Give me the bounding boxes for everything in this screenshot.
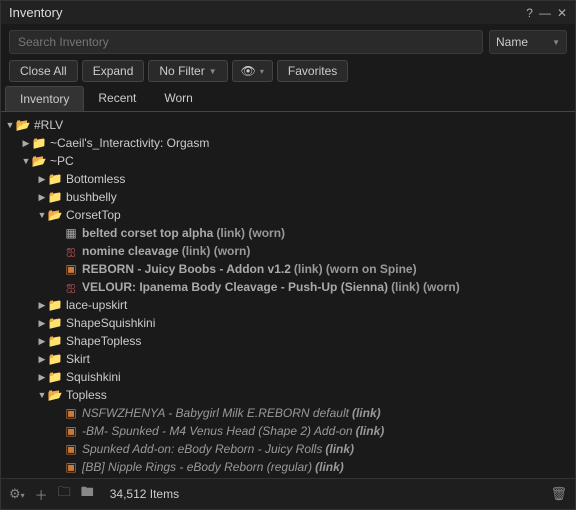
item-object[interactable]: ▣REBORN - Juicy Boobs - Addon v1.2(link)… — [1, 260, 575, 278]
help-icon[interactable]: ? — [526, 6, 533, 20]
trash-icon[interactable]: 🗑 — [550, 486, 567, 502]
folder-icon: 📁 — [47, 334, 63, 348]
tab-recent[interactable]: Recent — [84, 86, 150, 111]
folder-open-icon: 📂 — [15, 118, 31, 132]
add-icon[interactable]: ＋ — [35, 485, 48, 504]
caret-down-icon: ▼ — [37, 210, 47, 220]
favorites-button[interactable]: Favorites — [277, 60, 348, 82]
filter-dropdown[interactable]: No Filter▼ — [148, 60, 227, 82]
folder-icon[interactable]: 🗀 — [58, 483, 71, 505]
inventory-tree[interactable]: ▼📂#RLV ▶📁~Caeil's_Interactivity: Orgasm … — [1, 112, 575, 478]
item-tattoo[interactable]: ஐnomine cleavage(link) (worn) — [1, 242, 575, 260]
folder-skirt[interactable]: ▶📁Skirt — [1, 350, 575, 368]
folder-open-icon: 📂 — [31, 154, 47, 168]
caret-right-icon: ▶ — [37, 372, 47, 383]
folder-bottomless[interactable]: ▶📁Bottomless — [1, 170, 575, 188]
caret-down-icon: ▼ — [5, 120, 15, 130]
folder-shapesquish[interactable]: ▶📁ShapeSquishkini — [1, 314, 575, 332]
item-object[interactable]: ▣[BB] Nipple Rings - eBody Reborn (regul… — [1, 458, 575, 476]
chevron-down-icon: ▾ — [260, 67, 264, 76]
folder-open-icon: 📂 — [47, 208, 63, 222]
folder-icon: 📁 — [47, 352, 63, 366]
folder-squishkini[interactable]: ▶📁Squishkini — [1, 368, 575, 386]
expand-button[interactable]: Expand — [82, 60, 145, 82]
tattoo-icon: ஐ — [63, 244, 79, 258]
visibility-dropdown[interactable]: 👁▾ — [232, 60, 273, 82]
folder-rlv[interactable]: ▼📂#RLV — [1, 116, 575, 134]
item-object[interactable]: ▣Spunked CORE: eBody Reborn - Default ch… — [1, 476, 575, 478]
folder-icon: 📁 — [47, 172, 63, 186]
folder-icon: 📁 — [47, 316, 63, 330]
object-icon: ▣ — [63, 424, 79, 438]
close-icon[interactable]: ✕ — [557, 6, 567, 20]
folder-icon: 📁 — [47, 190, 63, 204]
folder-laceupskirt[interactable]: ▶📁lace-upskirt — [1, 296, 575, 314]
folder-icon: 📁 — [47, 298, 63, 312]
object-icon: ▣ — [63, 406, 79, 420]
item-object[interactable]: ▣-BM- Spunked - M4 Venus Head (Shape 2) … — [1, 422, 575, 440]
folder-caeil[interactable]: ▶📁~Caeil's_Interactivity: Orgasm — [1, 134, 575, 152]
caret-right-icon: ▶ — [21, 138, 31, 149]
caret-right-icon: ▶ — [37, 192, 47, 203]
sort-label: Name — [496, 35, 528, 49]
item-tattoo[interactable]: ஐVELOUR: Ipanema Body Cleavage - Push-Up… — [1, 278, 575, 296]
tab-inventory[interactable]: Inventory — [5, 86, 84, 111]
tab-worn[interactable]: Worn — [150, 86, 206, 111]
titlebar: Inventory ? — ✕ — [1, 1, 575, 24]
folder-topless[interactable]: ▼📂Topless — [1, 386, 575, 404]
caret-right-icon: ▶ — [37, 336, 47, 347]
gear-icon[interactable]: ⚙▾ — [9, 486, 25, 502]
sort-dropdown[interactable]: Name ▼ — [489, 30, 567, 54]
status-bar: ⚙▾ ＋ 🗀 🖿 34,512 Items 🗑 — [1, 478, 575, 509]
caret-down-icon: ▼ — [21, 156, 31, 166]
folder-bushbelly[interactable]: ▶📁bushbelly — [1, 188, 575, 206]
tattoo-icon: ஐ — [63, 280, 79, 294]
object-icon: ▣ — [63, 442, 79, 456]
caret-right-icon: ▶ — [37, 354, 47, 365]
caret-right-icon: ▶ — [37, 300, 47, 311]
window-title: Inventory — [9, 5, 520, 20]
chevron-down-icon: ▼ — [552, 38, 560, 47]
folder-pc[interactable]: ▼📂~PC — [1, 152, 575, 170]
folder-corsettop[interactable]: ▼📂CorsetTop — [1, 206, 575, 224]
chevron-down-icon: ▼ — [209, 67, 217, 76]
folder-icon: 📁 — [47, 370, 63, 384]
search-input[interactable] — [9, 30, 483, 54]
folder-icon: 📁 — [31, 136, 47, 150]
eye-icon: 👁 — [241, 64, 256, 78]
minimize-icon[interactable]: — — [539, 6, 551, 20]
item-object[interactable]: ▣Spunked Add-on: eBody Reborn - Juicy Ro… — [1, 440, 575, 458]
suitcase-icon[interactable]: 🖿 — [81, 483, 94, 505]
caret-right-icon: ▶ — [37, 174, 47, 185]
close-all-button[interactable]: Close All — [9, 60, 78, 82]
item-count: 34,512 Items — [110, 487, 541, 501]
folder-shapetopless[interactable]: ▶📁ShapeTopless — [1, 332, 575, 350]
caret-right-icon: ▶ — [37, 318, 47, 329]
caret-down-icon: ▼ — [37, 390, 47, 400]
item-alpha[interactable]: ▦belted corset top alpha(link) (worn) — [1, 224, 575, 242]
folder-open-icon: 📂 — [47, 388, 63, 402]
object-icon: ▣ — [63, 262, 79, 276]
item-object[interactable]: ▣NSFWZHENYA - Babygirl Milk E.REBORN def… — [1, 404, 575, 422]
alpha-icon: ▦ — [63, 226, 79, 240]
object-icon: ▣ — [63, 460, 79, 474]
